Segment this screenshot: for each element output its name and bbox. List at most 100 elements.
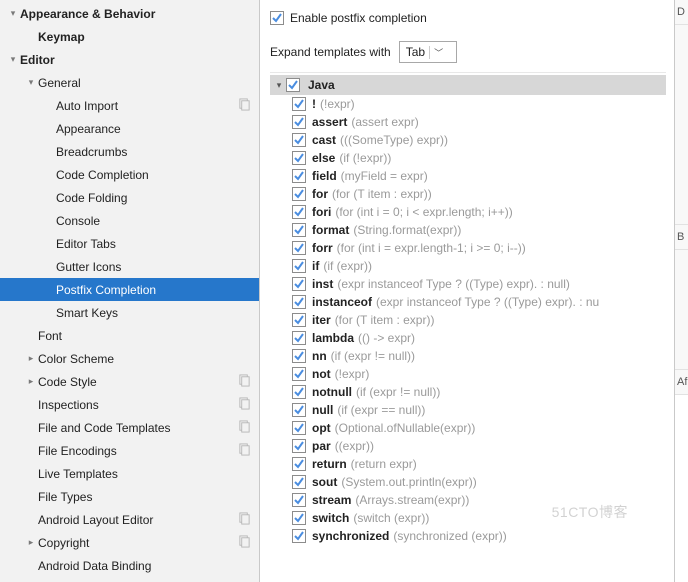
sidebar-item-postfix-completion[interactable]: ▾Postfix Completion bbox=[0, 278, 259, 301]
sidebar-item-file-encodings[interactable]: ▾File Encodings bbox=[0, 439, 259, 462]
template-example: (expr instanceof Type ? ((Type) expr). :… bbox=[376, 295, 599, 309]
template-checkbox[interactable] bbox=[292, 439, 306, 453]
template-checkbox[interactable] bbox=[292, 259, 306, 273]
template-checkbox[interactable] bbox=[292, 151, 306, 165]
template-item-iter[interactable]: iter(for (T item : expr)) bbox=[270, 311, 666, 329]
template-checkbox[interactable] bbox=[292, 295, 306, 309]
sidebar-item-code-style[interactable]: ▸Code Style bbox=[0, 370, 259, 393]
template-item-[interactable]: !(!expr) bbox=[270, 95, 666, 113]
chevron-right-icon: ▸ bbox=[24, 536, 38, 550]
sidebar-item-code-folding[interactable]: ▾Code Folding bbox=[0, 186, 259, 209]
template-checkbox[interactable] bbox=[292, 187, 306, 201]
template-checkbox[interactable] bbox=[292, 313, 306, 327]
sidebar-item-android-data-binding[interactable]: ▾Android Data Binding bbox=[0, 554, 259, 577]
template-item-par[interactable]: par((expr)) bbox=[270, 437, 666, 455]
sidebar-item-label: Code Style bbox=[38, 375, 259, 389]
sidebar-item-console[interactable]: ▾Console bbox=[0, 209, 259, 232]
sidebar-item-editor[interactable]: ▾Editor bbox=[0, 48, 259, 71]
sidebar-item-breadcrumbs[interactable]: ▾Breadcrumbs bbox=[0, 140, 259, 163]
sidebar-item-appearance[interactable]: ▾Appearance bbox=[0, 117, 259, 140]
template-item-for[interactable]: for(for (T item : expr)) bbox=[270, 185, 666, 203]
template-language-root[interactable]: ▾ Java bbox=[270, 75, 666, 95]
template-item-forr[interactable]: forr(for (int i = expr.length-1; i >= 0;… bbox=[270, 239, 666, 257]
copy-settings-icon[interactable] bbox=[238, 374, 251, 390]
template-name: switch bbox=[312, 511, 349, 525]
template-item-instanceof[interactable]: instanceof (expr instanceof Type ? ((Type… bbox=[270, 293, 666, 311]
sidebar-item-file-and-code-templates[interactable]: ▾File and Code Templates bbox=[0, 416, 259, 439]
sidebar-item-color-scheme[interactable]: ▸Color Scheme bbox=[0, 347, 259, 370]
sidebar-item-file-types[interactable]: ▾File Types bbox=[0, 485, 259, 508]
sidebar-item-font[interactable]: ▾Font bbox=[0, 324, 259, 347]
copy-settings-icon[interactable] bbox=[238, 397, 251, 413]
sidebar-item-appearance-behavior[interactable]: ▾Appearance & Behavior bbox=[0, 2, 259, 25]
expand-with-label: Expand templates with bbox=[270, 45, 391, 59]
sidebar-item-gutter-icons[interactable]: ▾Gutter Icons bbox=[0, 255, 259, 278]
template-checkbox[interactable] bbox=[292, 457, 306, 471]
template-name: instanceof bbox=[312, 295, 372, 309]
template-checkbox[interactable] bbox=[292, 403, 306, 417]
template-checkbox[interactable] bbox=[292, 421, 306, 435]
template-checkbox[interactable] bbox=[292, 511, 306, 525]
sidebar-item-general[interactable]: ▾General bbox=[0, 71, 259, 94]
sidebar-item-keymap[interactable]: ▾Keymap bbox=[0, 25, 259, 48]
sidebar-item-label: Code Completion bbox=[56, 168, 259, 182]
template-item-null[interactable]: null(if (expr == null)) bbox=[270, 401, 666, 419]
template-checkbox[interactable] bbox=[292, 97, 306, 111]
sidebar-item-label: Appearance & Behavior bbox=[20, 7, 259, 21]
sidebar-item-label: Android Data Binding bbox=[38, 559, 259, 573]
copy-settings-icon[interactable] bbox=[238, 420, 251, 436]
template-item-fori[interactable]: fori(for (int i = 0; i < expr.length; i+… bbox=[270, 203, 666, 221]
template-example: (for (int i = expr.length-1; i >= 0; i--… bbox=[337, 241, 526, 255]
template-item-switch[interactable]: switch(switch (expr)) bbox=[270, 509, 666, 527]
template-item-format[interactable]: format(String.format(expr)) bbox=[270, 221, 666, 239]
sidebar-item-code-completion[interactable]: ▾Code Completion bbox=[0, 163, 259, 186]
template-item-field[interactable]: field(myField = expr) bbox=[270, 167, 666, 185]
sidebar-item-copyright[interactable]: ▸Copyright bbox=[0, 531, 259, 554]
enable-postfix-checkbox[interactable] bbox=[270, 11, 284, 25]
template-checkbox[interactable] bbox=[292, 367, 306, 381]
template-item-opt[interactable]: opt(Optional.ofNullable(expr)) bbox=[270, 419, 666, 437]
chevron-right-icon: ▸ bbox=[24, 375, 38, 389]
sidebar-item-auto-import[interactable]: ▾Auto Import bbox=[0, 94, 259, 117]
template-item-cast[interactable]: cast(((SomeType) expr)) bbox=[270, 131, 666, 149]
template-checkbox[interactable] bbox=[292, 277, 306, 291]
sidebar-item-editor-tabs[interactable]: ▾Editor Tabs bbox=[0, 232, 259, 255]
template-item-stream[interactable]: stream(Arrays.stream(expr)) bbox=[270, 491, 666, 509]
template-checkbox[interactable] bbox=[292, 493, 306, 507]
copy-settings-icon[interactable] bbox=[238, 512, 251, 528]
template-item-lambda[interactable]: lambda(() -> expr) bbox=[270, 329, 666, 347]
copy-settings-icon[interactable] bbox=[238, 98, 251, 114]
template-checkbox[interactable] bbox=[292, 331, 306, 345]
expand-with-select[interactable]: Tab ﹀ bbox=[399, 41, 457, 63]
template-checkbox[interactable] bbox=[292, 115, 306, 129]
template-checkbox[interactable] bbox=[292, 169, 306, 183]
template-item-else[interactable]: else(if (!expr)) bbox=[270, 149, 666, 167]
template-item-nn[interactable]: nn(if (expr != null)) bbox=[270, 347, 666, 365]
template-item-assert[interactable]: assert(assert expr) bbox=[270, 113, 666, 131]
sidebar-item-inspections[interactable]: ▾Inspections bbox=[0, 393, 259, 416]
settings-sidebar[interactable]: ▾Appearance & Behavior▾Keymap▾Editor▾Gen… bbox=[0, 0, 260, 582]
template-item-inst[interactable]: inst(expr instanceof Type ? ((Type) expr… bbox=[270, 275, 666, 293]
template-item-if[interactable]: if(if (expr)) bbox=[270, 257, 666, 275]
sidebar-item-android-layout-editor[interactable]: ▾Android Layout Editor bbox=[0, 508, 259, 531]
template-checkbox[interactable] bbox=[292, 529, 306, 543]
sidebar-item-live-templates[interactable]: ▾Live Templates bbox=[0, 462, 259, 485]
template-checkbox[interactable] bbox=[292, 475, 306, 489]
template-checkbox[interactable] bbox=[292, 133, 306, 147]
language-checkbox[interactable] bbox=[286, 78, 300, 92]
template-item-synchronized[interactable]: synchronized(synchronized (expr)) bbox=[270, 527, 666, 545]
template-checkbox[interactable] bbox=[292, 223, 306, 237]
copy-settings-icon[interactable] bbox=[238, 443, 251, 459]
sidebar-item-smart-keys[interactable]: ▾Smart Keys bbox=[0, 301, 259, 324]
chevron-down-icon: ▾ bbox=[24, 76, 38, 90]
template-item-sout[interactable]: sout(System.out.println(expr)) bbox=[270, 473, 666, 491]
template-item-return[interactable]: return(return expr) bbox=[270, 455, 666, 473]
template-checkbox[interactable] bbox=[292, 385, 306, 399]
copy-settings-icon[interactable] bbox=[238, 535, 251, 551]
template-checkbox[interactable] bbox=[292, 241, 306, 255]
template-item-notnull[interactable]: notnull(if (expr != null)) bbox=[270, 383, 666, 401]
template-item-not[interactable]: not(!expr) bbox=[270, 365, 666, 383]
template-checkbox[interactable] bbox=[292, 205, 306, 219]
postfix-template-tree[interactable]: ▾ Java !(!expr)assert(assert expr)cast((… bbox=[270, 72, 666, 576]
template-checkbox[interactable] bbox=[292, 349, 306, 363]
